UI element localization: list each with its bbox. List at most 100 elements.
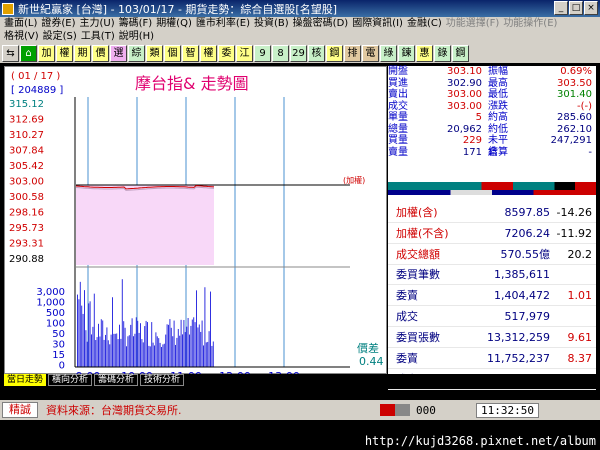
toolbar-button[interactable]: 價 (92, 44, 109, 62)
minimize-button[interactable]: _ (554, 1, 568, 15)
stats-change: 9.61 (567, 331, 593, 344)
toolbar-button[interactable]: 核 (308, 44, 325, 62)
summary-label: 加權(含) (396, 206, 438, 219)
menu-item[interactable]: 匯市利率(E) (194, 17, 252, 30)
volume-bar (203, 345, 204, 367)
menu-item[interactable]: 操盤密碼(D) (291, 17, 351, 30)
menu-item[interactable]: 證券(E) (39, 17, 77, 30)
volume-bar (190, 325, 192, 367)
menu-item[interactable]: 工具(T) (79, 30, 117, 43)
toolbar-button[interactable]: 權 (200, 44, 217, 62)
quote-value: 0.69% (560, 66, 592, 77)
quote-label: 成交 (388, 100, 408, 112)
volume-bar (151, 322, 153, 367)
volume-bar (102, 320, 104, 367)
app-icon (2, 2, 14, 15)
menu-item[interactable]: 金融(C) (405, 17, 444, 30)
menu-item[interactable]: 功能選擇(F) (444, 17, 502, 30)
volume-bar (163, 343, 165, 367)
volume-bar (103, 339, 105, 367)
menu-bar: 畫面(L) 證券(E) 主力(U) 籌碼(F) 期權(Q) 匯市利率(E) 投資(B) 操盤密… (0, 17, 600, 43)
stats-change: 8.37 (567, 352, 593, 365)
quote-value: 303.10 (447, 66, 482, 77)
maximize-button[interactable]: □ (569, 1, 583, 15)
toolbar-button[interactable]: 9 (254, 44, 271, 62)
toolbar-button[interactable]: 個 (164, 44, 181, 62)
toolbar-button[interactable]: 惠 (416, 44, 433, 62)
menu-item[interactable]: 功能操作(E) (501, 17, 559, 30)
volume-bar (200, 331, 202, 367)
quote-label: 總量 (388, 123, 408, 135)
quote-label: 買量 (388, 135, 408, 146)
toolbar-button[interactable]: 綠 (380, 44, 397, 62)
volume-bar (79, 281, 81, 367)
volume-bar (162, 344, 164, 367)
toolbar-button[interactable]: 鍊 (398, 44, 415, 62)
volume-bar (186, 326, 188, 367)
chart-tab[interactable]: 技術分析 (140, 374, 185, 386)
toolbar-button[interactable]: 鋼 (326, 44, 343, 62)
status-count: 000 (416, 403, 436, 417)
price-tick: 312.69 (9, 115, 44, 126)
stats-row: 成交 517,979 (388, 306, 596, 327)
menu-item[interactable]: 主力(U) (78, 17, 117, 30)
volume-bar (137, 320, 139, 367)
toolbar-button[interactable]: 選 (110, 44, 127, 62)
quote-row: 賣出 303.00 最低 301.40 (388, 89, 596, 101)
volume-bar (92, 326, 94, 367)
toolbar-button[interactable]: 權 (56, 44, 73, 62)
menu-item[interactable]: 籌碼(F) (117, 17, 155, 30)
toolbar-button[interactable]: 綜 (128, 44, 145, 62)
chart-tab[interactable]: 當日走勢 (4, 374, 47, 386)
toolbar-button[interactable]: 類 (146, 44, 163, 62)
stats-grid: 委買筆數 1,385,611 委賣 1,404,472 1.01 成交 517,979 委買張… (388, 264, 596, 390)
menu-item[interactable]: 國際資訊(I) (350, 17, 405, 30)
toolbar-button[interactable]: 8 (272, 44, 289, 62)
volume-bar (197, 327, 199, 367)
chart-tab[interactable]: 籌碼分析 (94, 374, 139, 386)
volume-bar (187, 317, 189, 367)
close-button[interactable]: × (584, 1, 598, 15)
volume-bar (148, 345, 150, 367)
menu-item[interactable]: 格視(V) (2, 30, 41, 43)
quote-value: 247,291 (550, 135, 592, 146)
toolbar: ⇆ ⌂ 加權期價選綜類個智權委江 9 8 29 核鋼排電綠鍊惠錄鋼 (0, 43, 600, 63)
tab-icon[interactable]: ⇆ (2, 44, 19, 62)
volume-bar (114, 333, 116, 367)
toolbar-button[interactable]: 鋼 (452, 44, 469, 62)
toolbar-button[interactable]: 委 (218, 44, 235, 62)
toolbar-button[interactable]: 29 (290, 44, 307, 62)
menu-item[interactable]: 說明(H) (117, 30, 156, 43)
stats-value: 1,385,611 (494, 268, 550, 281)
volume-bar (184, 332, 186, 367)
toolbar-button[interactable]: 加 (38, 44, 55, 62)
toolbar-button[interactable]: 電 (362, 44, 379, 62)
toolbar-button[interactable]: 期 (74, 44, 91, 62)
volume-bar (98, 323, 99, 367)
volume-bar (144, 326, 146, 367)
home-icon[interactable]: ⌂ (20, 44, 37, 62)
quote-label: 開盤 (388, 66, 408, 77)
chart-tab[interactable]: 橫向分析 (48, 374, 93, 386)
toolbar-button[interactable]: 智 (182, 44, 199, 62)
volume-bar (134, 333, 136, 367)
toolbar-button[interactable]: 錄 (434, 44, 451, 62)
volume-bar (182, 334, 183, 367)
summary-row: 加權(不含) 7206.24 -11.92 (388, 223, 596, 244)
menu-item[interactable]: 期權(Q) (154, 17, 194, 30)
volume-bar (121, 279, 123, 367)
volume-bar (208, 331, 210, 367)
volume-bar (117, 339, 119, 367)
menu-item[interactable]: 設定(S) (41, 30, 79, 43)
toolbar-button[interactable]: 排 (344, 44, 361, 62)
quote-value: 303.00 (447, 89, 482, 100)
volume-bar (198, 324, 200, 367)
volume-bar (135, 317, 137, 367)
toolbar-button[interactable]: 江 (236, 44, 253, 62)
quote-value: 171 (462, 146, 482, 158)
stats-value: 517,979 (504, 310, 551, 323)
menu-item[interactable]: 畫面(L) (2, 17, 39, 30)
menu-item[interactable]: 投資(B) (252, 17, 291, 30)
volume-bar (78, 299, 80, 367)
volume-tick: 1,000 (36, 298, 65, 309)
